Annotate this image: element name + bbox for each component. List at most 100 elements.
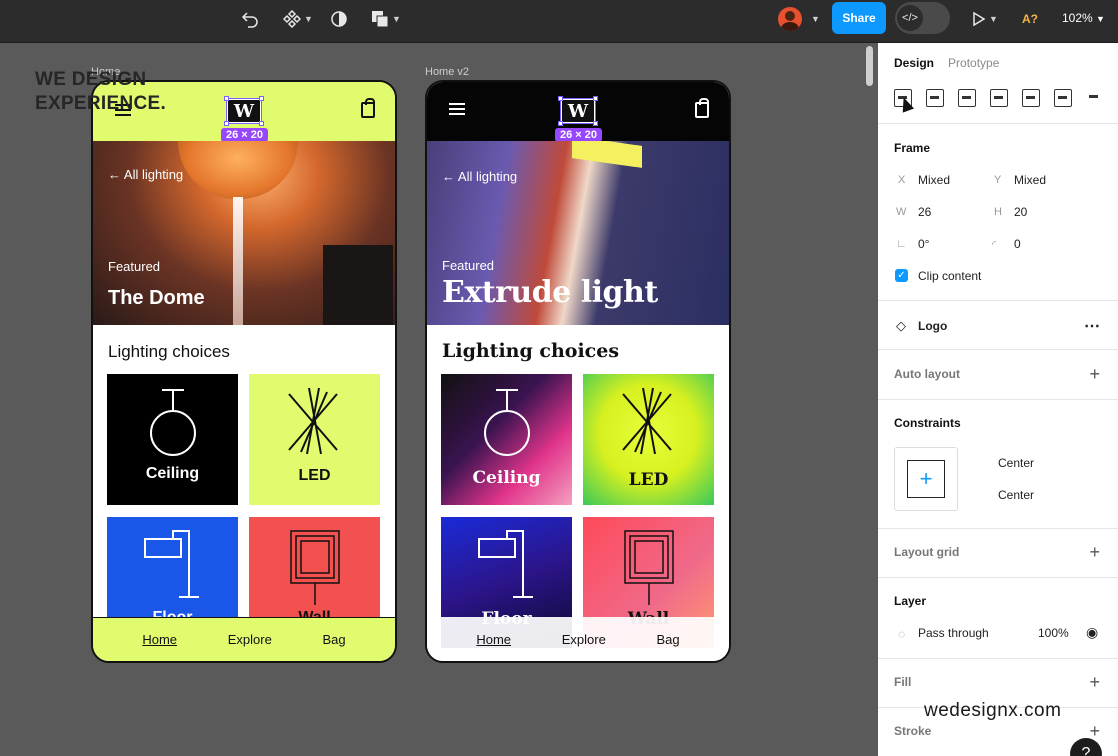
divider xyxy=(878,658,1118,659)
layer-title: Layer xyxy=(894,594,927,608)
bottom-nav: Home Explore Bag xyxy=(427,617,729,661)
corner-radius-icon: ◜ xyxy=(992,239,997,251)
avatar[interactable] xyxy=(778,7,802,31)
tile-label: LED xyxy=(298,467,331,484)
divider xyxy=(878,349,1118,350)
w-input[interactable]: 26 xyxy=(918,205,931,219)
h-input[interactable]: 20 xyxy=(1014,205,1027,219)
constraints-widget[interactable]: + xyxy=(894,447,958,511)
align-top-icon[interactable] xyxy=(990,89,1008,107)
align-horizontal-center-icon[interactable] xyxy=(926,89,944,107)
nav-home[interactable]: Home xyxy=(142,632,177,647)
chevron-down-icon[interactable]: ▼ xyxy=(811,14,820,24)
blend-mode-select[interactable]: Pass through xyxy=(918,626,989,640)
hero-title: Extrude light xyxy=(442,275,658,310)
auto-layout-title: Auto layout xyxy=(894,367,960,381)
chevron-down-icon: ▼ xyxy=(304,14,313,24)
align-bottom-icon[interactable] xyxy=(1054,89,1072,107)
undo-icon[interactable] xyxy=(240,8,260,30)
opacity-input[interactable]: 100% xyxy=(1038,626,1069,640)
bag-icon[interactable] xyxy=(695,98,709,118)
nav-explore[interactable]: Explore xyxy=(562,632,606,647)
bag-icon[interactable] xyxy=(361,98,375,118)
section-title: Lighting choices xyxy=(108,342,230,361)
divider xyxy=(878,399,1118,400)
constraint-center-icon[interactable]: + xyxy=(907,460,945,498)
radius-input[interactable]: 0 xyxy=(1014,237,1021,251)
add-stroke-icon[interactable]: + xyxy=(1089,722,1100,740)
distribute-icon[interactable] xyxy=(1086,89,1104,107)
featured-label: Featured xyxy=(108,259,161,274)
present-play-icon[interactable]: ▼ xyxy=(970,8,1000,30)
neon-light-bar xyxy=(572,141,642,168)
eye-icon[interactable]: ◉ xyxy=(1086,624,1098,641)
x-input[interactable]: Mixed xyxy=(918,173,950,187)
tile-label: Ceiling xyxy=(145,465,200,482)
dev-mode-toggle[interactable]: </> xyxy=(895,2,950,34)
zoom-level[interactable]: 102% ▼ xyxy=(1062,11,1105,25)
hero-title: The Dome xyxy=(108,287,205,309)
section-title: Lighting choices xyxy=(442,340,620,362)
constraint-vertical-select[interactable]: Center xyxy=(998,488,1034,502)
led-sticks-icon xyxy=(288,387,338,455)
bottom-nav: Home Explore Bag xyxy=(93,617,395,661)
align-vertical-center-icon[interactable] xyxy=(1022,89,1040,107)
resize-handle[interactable] xyxy=(259,96,264,101)
boolean-ops-icon[interactable]: ▼ xyxy=(369,8,403,30)
phone-frame-home-v2[interactable]: W 26 × 20 ← All lighting Featured Extrud… xyxy=(425,80,731,663)
chevron-down-icon: ▼ xyxy=(392,14,401,24)
tile-ceiling[interactable]: Ceiling xyxy=(107,374,238,505)
component-name[interactable]: Logo xyxy=(918,319,947,333)
add-fill-icon[interactable]: + xyxy=(1089,673,1100,691)
resize-handle[interactable] xyxy=(224,96,229,101)
top-toolbar: ▼ ▼ ▼ Share </> ▼ A? 102% ▼ xyxy=(0,0,1118,43)
nav-bag[interactable]: Bag xyxy=(656,632,679,647)
resize-handle[interactable] xyxy=(558,121,563,126)
hero-image: ← All lighting Featured The Dome xyxy=(93,141,395,325)
blend-drop-icon: ◌ xyxy=(898,627,906,641)
tile-ceiling[interactable]: Ceiling xyxy=(441,374,572,505)
watermark-line: EXPERIENCE. xyxy=(35,93,167,114)
tab-prototype[interactable]: Prototype xyxy=(948,56,999,70)
frame-section-title[interactable]: Frame xyxy=(894,141,930,155)
constraint-horizontal-select[interactable]: Center xyxy=(998,456,1034,470)
layout-grid-title: Layout grid xyxy=(894,545,960,559)
canvas-scrollbar[interactable] xyxy=(866,46,873,86)
share-button[interactable]: Share xyxy=(832,2,886,34)
resize-handle[interactable] xyxy=(558,96,563,101)
rotation-input[interactable]: 0° xyxy=(918,237,929,251)
frame-label-home-v2[interactable]: Home v2 xyxy=(425,66,469,78)
resize-handle[interactable] xyxy=(593,121,598,126)
component-tool-icon[interactable]: ▼ xyxy=(281,8,315,30)
nav-bag[interactable]: Bag xyxy=(322,632,345,647)
phone-frame-home[interactable]: W 26 × 20 ← All lighting Featured The Do… xyxy=(91,80,397,663)
clip-content-checkbox[interactable]: ✓ xyxy=(895,269,908,282)
tile-led[interactable]: LED xyxy=(249,374,380,505)
tile-led[interactable]: LED xyxy=(583,374,714,505)
nav-home[interactable]: Home xyxy=(476,632,511,647)
align-right-icon[interactable] xyxy=(958,89,976,107)
more-options-icon[interactable]: ⋯ xyxy=(1084,316,1100,336)
logo-selected[interactable]: W xyxy=(224,96,264,126)
constraints-title: Constraints xyxy=(894,416,961,430)
add-layout-grid-icon[interactable]: + xyxy=(1089,543,1100,561)
nav-explore[interactable]: Explore xyxy=(228,632,272,647)
font-issues-indicator[interactable]: A? xyxy=(1022,12,1038,26)
y-key: Y xyxy=(994,174,1002,186)
menu-icon[interactable] xyxy=(449,103,465,115)
y-input[interactable]: Mixed xyxy=(1014,173,1046,187)
resize-handle[interactable] xyxy=(224,121,229,126)
size-badge: 26 × 20 xyxy=(555,128,603,142)
contrast-icon[interactable] xyxy=(329,8,349,30)
watermark-line: WE DESIGN xyxy=(35,69,147,90)
resize-handle[interactable] xyxy=(593,96,598,101)
alignment-toolbar xyxy=(892,89,1107,109)
size-badge: 26 × 20 xyxy=(221,128,269,142)
tab-design[interactable]: Design xyxy=(894,56,934,70)
add-auto-layout-icon[interactable]: + xyxy=(1089,365,1100,383)
back-link[interactable]: ← All lighting xyxy=(442,169,517,184)
resize-handle[interactable] xyxy=(259,121,264,126)
logo-selected[interactable]: W xyxy=(558,96,598,126)
back-link[interactable]: ← All lighting xyxy=(108,167,183,182)
x-key: X xyxy=(898,174,906,186)
